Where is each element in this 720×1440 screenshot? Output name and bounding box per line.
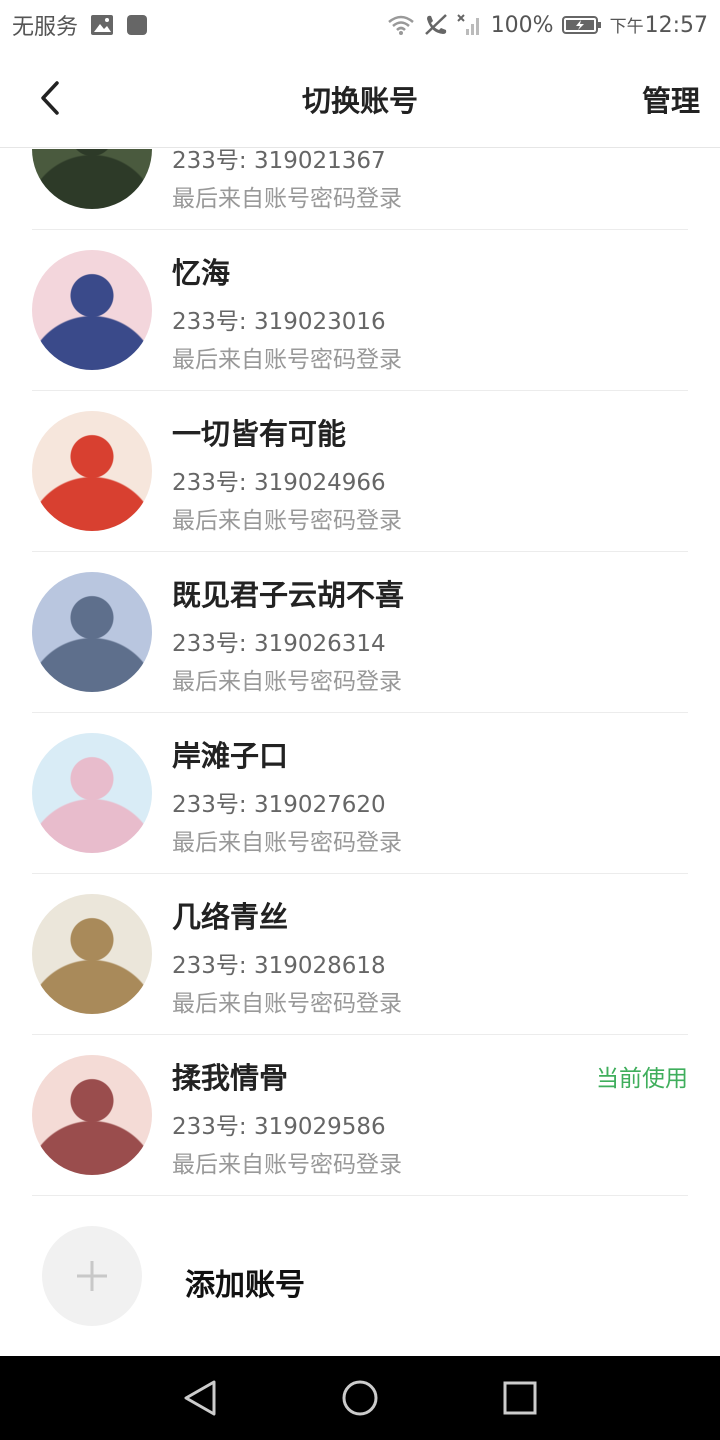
account-login-method: 最后来自账号密码登录 (172, 830, 402, 856)
clock: 下午 12:57 (610, 12, 708, 38)
account-name: 岸滩子口 (172, 739, 289, 773)
account-name: 一切皆有可能 (172, 417, 347, 451)
account-login-method: 最后来自账号密码登录 (172, 186, 402, 212)
account-name: 既见君子云胡不喜 (172, 578, 405, 612)
avatar (32, 411, 152, 531)
account-name: 几络青丝 (172, 900, 289, 934)
wifi-icon (387, 14, 415, 36)
add-account-label: 添加账号 (185, 1268, 305, 1303)
status-left: 无服务 (12, 9, 148, 41)
account-id: 233号: 319029586 (172, 1114, 386, 1140)
avatar (32, 572, 152, 692)
avatar (32, 894, 152, 1014)
account-id: 233号: 319026314 (172, 631, 386, 657)
time-prefix: 下午 (609, 17, 644, 37)
account-id: 233号: 319027620 (172, 792, 386, 818)
page-title: 切换账号 (301, 83, 418, 118)
back-button[interactable] (30, 78, 70, 118)
account-row[interactable]: 忆海 233号: 319023016 最后来自账号密码登录 (32, 230, 688, 391)
account-row[interactable]: 一切皆有可能 233号: 319024966 最后来自账号密码登录 (32, 391, 688, 552)
avatar (32, 149, 152, 209)
avatar (32, 250, 152, 370)
recents-square-icon (503, 1381, 537, 1415)
avatar (32, 733, 152, 853)
nav-back-button[interactable] (170, 1368, 230, 1428)
add-account-circle (42, 1226, 142, 1326)
chevron-left-icon (41, 81, 59, 115)
account-login-method: 最后来自账号密码登录 (172, 991, 402, 1017)
account-name: 忆海 (172, 256, 231, 290)
time-value: 12:57 (644, 13, 708, 38)
manage-button[interactable]: 管理 (642, 78, 700, 120)
current-account-badge: 当前使用 (596, 1066, 688, 1092)
back-triangle-icon (184, 1380, 216, 1416)
account-name: 揉我情骨 (172, 1061, 289, 1095)
account-row[interactable]: 既见君子云胡不喜 233号: 319026314 最后来自账号密码登录 (32, 552, 688, 713)
account-row[interactable]: 几络青丝 233号: 319028618 最后来自账号密码登录 (32, 874, 688, 1035)
account-id: 233号: 319021367 (172, 149, 386, 174)
plus-icon (77, 1261, 107, 1291)
account-row[interactable]: 233号: 319021367 最后来自账号密码登录 (32, 149, 688, 230)
status-right: 100% 下午 12:57 (387, 12, 708, 38)
account-list-viewport[interactable]: 233号: 319021367 最后来自账号密码登录 忆海 233号: 3190… (0, 149, 720, 1356)
system-nav-bar (0, 1356, 720, 1440)
app-icon (126, 14, 148, 36)
status-bar: 无服务 100% 下午 12:57 (0, 0, 720, 50)
account-id: 233号: 319028618 (172, 953, 386, 979)
account-list: 233号: 319021367 最后来自账号密码登录 忆海 233号: 3190… (0, 149, 720, 1196)
header: 切换账号 管理 (0, 50, 720, 148)
account-id: 233号: 319024966 (172, 470, 386, 496)
account-login-method: 最后来自账号密码登录 (172, 347, 402, 373)
add-account-button[interactable]: 添加账号 (0, 1210, 720, 1340)
image-icon (90, 14, 114, 36)
no-call-icon (423, 13, 449, 37)
no-signal-icon (456, 13, 483, 37)
account-login-method: 最后来自账号密码登录 (172, 669, 402, 695)
account-id: 233号: 319023016 (172, 309, 386, 335)
battery-percent: 100% (490, 12, 554, 38)
account-row[interactable]: 岸滩子口 233号: 319027620 最后来自账号密码登录 (32, 713, 688, 874)
avatar (32, 1055, 152, 1175)
account-login-method: 最后来自账号密码登录 (172, 508, 402, 534)
account-login-method: 最后来自账号密码登录 (172, 1152, 402, 1178)
nav-home-button[interactable] (330, 1368, 390, 1428)
carrier-text: 无服务 (12, 15, 79, 40)
account-row-current[interactable]: 揉我情骨 当前使用 233号: 319029586 最后来自账号密码登录 (32, 1035, 688, 1196)
nav-recents-button[interactable] (490, 1368, 550, 1428)
battery-charging-icon (561, 15, 602, 35)
home-circle-icon (342, 1380, 378, 1416)
